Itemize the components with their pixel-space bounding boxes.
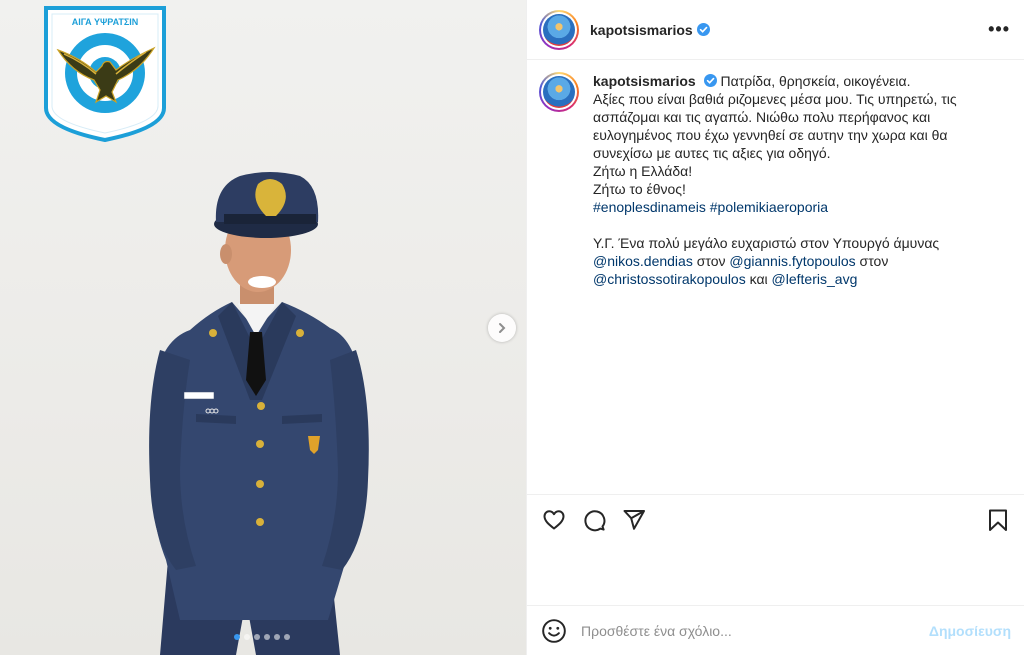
- post-media[interactable]: ΑΙΓΑ ΥΨΡΑΤΣΙΝ: [0, 0, 526, 655]
- caption-line: Αξίες που είναι βαθιά ριζομενες μέσα μου…: [593, 91, 957, 107]
- caption-line: ευλογημένος που έχω γεννηθεί σε αυτην τη…: [593, 127, 948, 143]
- mention-link[interactable]: @nikos.dendias: [593, 253, 693, 269]
- carousel-dot: [244, 634, 250, 640]
- comment-button[interactable]: [581, 507, 607, 533]
- hashtag-line: #enoplesdinameis #polemikiaeroporia: [593, 198, 993, 216]
- caption-avatar[interactable]: [539, 72, 579, 112]
- like-button[interactable]: [541, 507, 567, 533]
- carousel-dot: [254, 634, 260, 640]
- caption-word: στον: [855, 253, 889, 269]
- carousel-dot: [264, 634, 270, 640]
- avatar[interactable]: [539, 9, 579, 50]
- caption-username[interactable]: kapotsismarios: [593, 73, 696, 89]
- emoji-smiley-icon[interactable]: [541, 618, 567, 644]
- caption-word: στον: [692, 253, 730, 269]
- verified-badge-icon: [703, 74, 717, 87]
- carousel-dot: [274, 634, 280, 640]
- caption-word: και: [745, 271, 772, 287]
- mention-link[interactable]: @lefteris_avg: [772, 271, 858, 287]
- officer-figure: [149, 172, 369, 655]
- caption-body: kapotsismarios Πατρίδα, θρησκεία, οικογέ…: [593, 72, 993, 288]
- heart-icon: [543, 509, 565, 529]
- mention-link[interactable]: @christossotirakopoulos: [593, 271, 746, 287]
- caption: kapotsismarios Πατρίδα, θρησκεία, οικογέ…: [527, 60, 1024, 288]
- save-button[interactable]: [985, 507, 1011, 533]
- add-comment-bar: Δημοσίευση: [527, 605, 1024, 655]
- air-force-badge: ΑΙΓΑ ΥΨΡΑΤΣΙΝ: [44, 6, 166, 143]
- paper-plane-icon: [623, 509, 645, 530]
- comment-bubble-icon: [584, 509, 606, 531]
- post-comment-button[interactable]: Δημοσίευση: [929, 623, 1011, 639]
- hashtag-link[interactable]: #polemikiaeroporia: [710, 199, 828, 215]
- post-side-panel: kapotsismarios ••• kapotsismarios Πατρίδ…: [526, 0, 1024, 655]
- caption-line: Πατρίδα, θρησκεία, οικογένεια.: [720, 73, 911, 89]
- caption-line: Ζήτω η Ελλάδα!: [593, 163, 693, 179]
- share-button[interactable]: [621, 507, 647, 533]
- post-photo: ΑΙΓΑ ΥΨΡΑΤΣΙΝ: [44, 6, 369, 655]
- mentions-line: @christossotirakopoulos και @lefteris_av…: [593, 270, 993, 288]
- post-header: kapotsismarios •••: [527, 0, 1024, 60]
- carousel-dot-active: [234, 634, 240, 640]
- bookmark-icon: [989, 509, 1007, 531]
- caption-ps-line: Υ.Γ. Ένα πολύ μεγάλο ευχαριστώ στον Υπου…: [593, 235, 940, 251]
- hashtag-link[interactable]: #enoplesdinameis: [593, 199, 706, 215]
- caption-line: Ζήτω το έθνος!: [593, 181, 686, 197]
- caption-line: συνεχίσω με αυτες τις αξιες για οδηγό.: [593, 145, 831, 161]
- more-options-icon[interactable]: •••: [988, 19, 1010, 40]
- chevron-right-icon: [499, 323, 506, 333]
- mention-link[interactable]: @giannis.fytopoulos: [729, 253, 855, 269]
- post-author-username[interactable]: kapotsismarios: [590, 22, 693, 38]
- post-actions: [527, 494, 1024, 544]
- mentions-line: @nikos.dendias στον @giannis.fytopoulos …: [593, 252, 993, 270]
- carousel-dot: [284, 634, 290, 640]
- comment-input[interactable]: [581, 622, 911, 639]
- verified-badge-icon: [696, 23, 710, 36]
- carousel-dots: [234, 634, 290, 640]
- svg-text:ΑΙΓΑ ΥΨΡΑΤΣΙΝ: ΑΙΓΑ ΥΨΡΑΤΣΙΝ: [72, 17, 139, 27]
- caption-line: ασπάζομαι και τις αγαπώ. Νιώθω πολυ περή…: [593, 109, 931, 125]
- carousel-next-button[interactable]: [488, 314, 516, 342]
